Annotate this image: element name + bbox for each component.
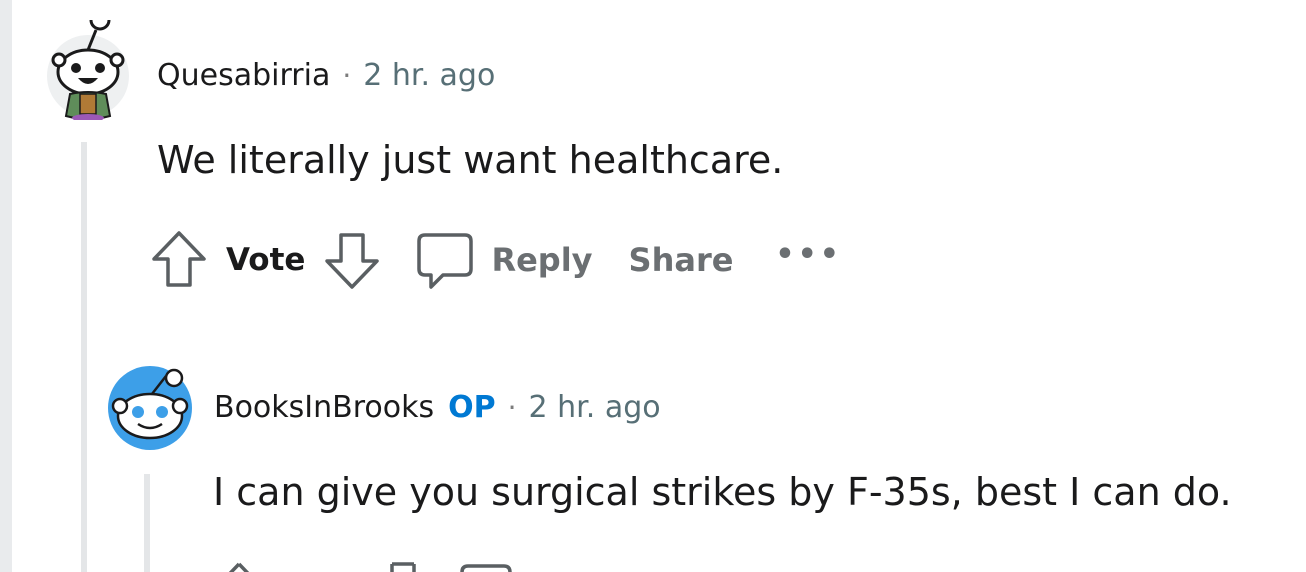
user-avatar[interactable] xyxy=(108,366,192,450)
comment-timestamp[interactable]: 2 hr. ago xyxy=(363,58,495,93)
upvote-button[interactable] xyxy=(210,556,268,572)
comment-bubble-icon xyxy=(417,233,474,289)
comment-actions xyxy=(210,556,514,572)
vote-count: Vote xyxy=(226,242,306,278)
comment-bubble-icon xyxy=(460,564,512,572)
downvote-button[interactable] xyxy=(388,556,418,572)
thread-line[interactable] xyxy=(144,474,150,572)
downvote-arrow-icon xyxy=(325,233,380,289)
snoo-avatar-icon xyxy=(111,368,189,440)
downvote-button[interactable] xyxy=(323,229,381,291)
comment-meta: BooksInBrooks OP · 2 hr. ago xyxy=(214,390,661,425)
user-avatar[interactable] xyxy=(46,9,130,122)
upvote-arrow-icon xyxy=(152,231,206,287)
reply-button[interactable] xyxy=(415,229,475,291)
comment-thread: Quesabirria · 2 hr. ago We literally jus… xyxy=(0,0,1306,572)
upvote-arrow-icon xyxy=(228,562,250,572)
downvote-arrow-icon xyxy=(390,562,416,572)
username-link[interactable]: BooksInBrooks xyxy=(214,390,434,425)
thread-line[interactable] xyxy=(81,142,87,572)
upvote-button[interactable] xyxy=(150,229,208,291)
comment-actions: Vote Reply Share ••• xyxy=(150,230,842,290)
meta-separator: · xyxy=(342,59,352,92)
comment-meta: Quesabirria · 2 hr. ago xyxy=(157,58,495,93)
reply-button[interactable] xyxy=(458,556,514,572)
comment-body: We literally just want healthcare. xyxy=(157,138,784,182)
username-link[interactable]: Quesabirria xyxy=(157,58,330,93)
comment-timestamp[interactable]: 2 hr. ago xyxy=(529,390,661,425)
op-badge: OP xyxy=(448,390,496,425)
more-options-button[interactable]: ••• xyxy=(775,237,842,272)
thread-rail xyxy=(0,0,12,572)
share-button[interactable]: Share xyxy=(629,241,734,279)
meta-separator: · xyxy=(507,391,517,424)
snoo-avatar-icon xyxy=(47,9,129,122)
comment-body: I can give you surgical strikes by F-35s… xyxy=(213,470,1232,514)
reply-label[interactable]: Reply xyxy=(491,241,592,279)
